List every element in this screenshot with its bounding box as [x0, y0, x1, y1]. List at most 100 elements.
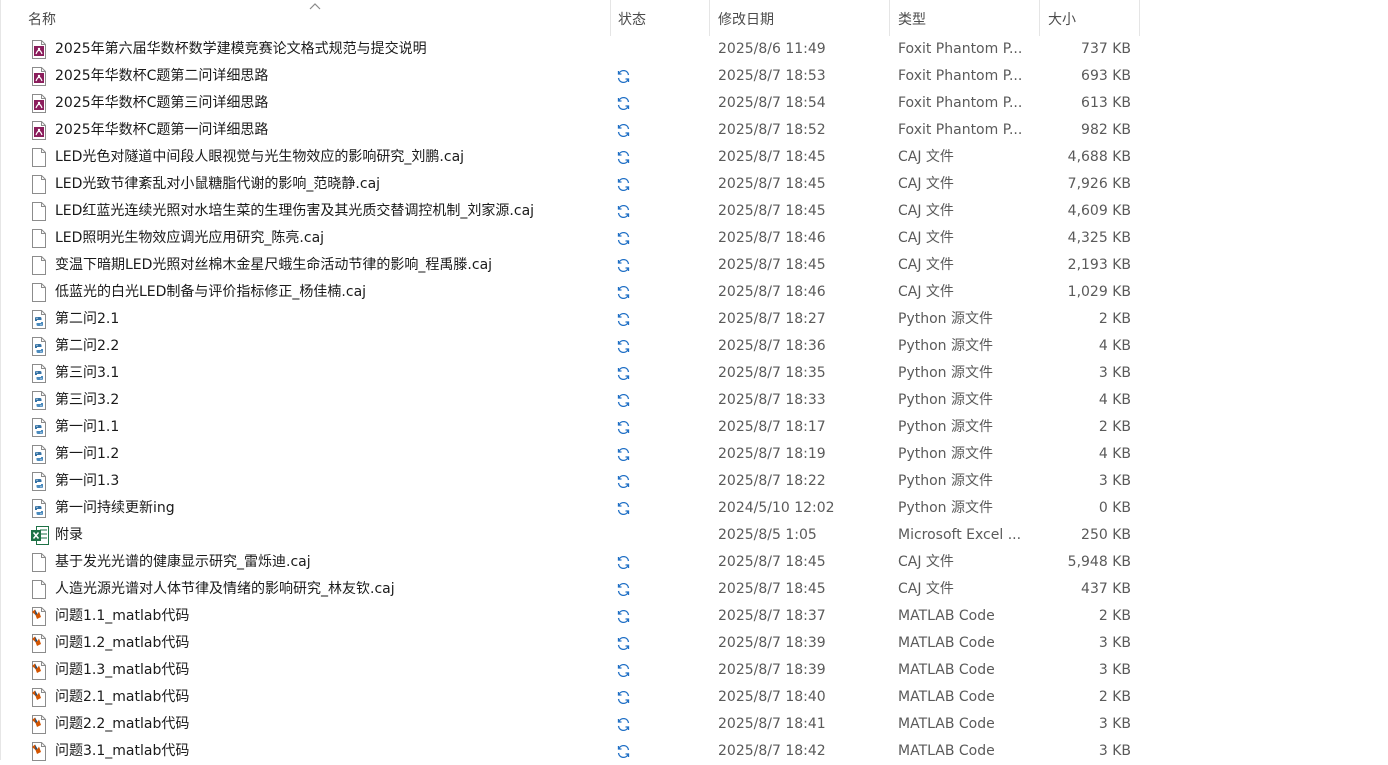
file-row[interactable]: 问题2.2_matlab代码 2025/8/7 18:41 MATLAB Code 3…: [0, 711, 1388, 738]
file-row[interactable]: 第三问3.2 2025/8/7 18:33 Python 源文件 4 KB: [0, 387, 1388, 414]
file-row[interactable]: 问题2.1_matlab代码 2025/8/7 18:40 MATLAB Code 2…: [0, 684, 1388, 711]
file-date-modified: 2025/8/7 18:45: [718, 176, 826, 192]
file-size: 4,609 KB: [1067, 203, 1131, 219]
file-type: MATLAB Code: [898, 716, 995, 732]
file-date-modified: 2025/8/7 18:45: [718, 149, 826, 165]
column-header-bar: 名称 状态 修改日期 类型 大小: [0, 0, 1388, 36]
file-row[interactable]: 第三问3.1 2025/8/7 18:35 Python 源文件 3 KB: [0, 360, 1388, 387]
file-row[interactable]: 基于发光光谱的健康显示研究_雷烁迪.caj 2025/8/7 18:45 CAJ 文…: [0, 549, 1388, 576]
file-status: [616, 711, 636, 738]
file-date-modified: 2025/8/7 18:53: [718, 68, 826, 84]
file-row[interactable]: 人造光源光谱对人体节律及情绪的影响研究_林友钦.caj 2025/8/7 18:4…: [0, 576, 1388, 603]
file-status: [616, 468, 636, 495]
file-name[interactable]: 2025年华数杯C题第三问详细思路: [55, 90, 605, 117]
file-name[interactable]: 问题1.2_matlab代码: [55, 630, 605, 657]
python-file-icon: [31, 306, 49, 333]
file-name[interactable]: LED照明光生物效应调光应用研究_陈亮.caj: [55, 225, 605, 252]
column-header-size[interactable]: 大小: [1040, 0, 1140, 36]
column-header-name[interactable]: 名称: [20, 0, 611, 36]
file-row[interactable]: 问题1.2_matlab代码 2025/8/7 18:39 MATLAB Code 3…: [0, 630, 1388, 657]
file-name[interactable]: 附录: [55, 522, 605, 549]
file-date-modified: 2025/8/7 18:52: [718, 122, 826, 138]
file-row[interactable]: 第一问1.1 2025/8/7 18:17 Python 源文件 2 KB: [0, 414, 1388, 441]
file-row[interactable]: LED光致节律紊乱对小鼠糖脂代谢的影响_范晓静.caj 2025/8/7 18:4…: [0, 171, 1388, 198]
file-row[interactable]: 变温下暗期LED光照对丝棉木金星尺蛾生命活动节律的影响_程禹滕.caj 2025/…: [0, 252, 1388, 279]
file-row[interactable]: 附录 2025/8/5 1:05 Microsoft Excel ... 250 KB: [0, 522, 1388, 549]
file-date-modified: 2025/8/7 18:54: [718, 95, 826, 111]
file-date-modified: 2025/8/7 18:19: [718, 446, 826, 462]
file-name[interactable]: 变温下暗期LED光照对丝棉木金星尺蛾生命活动节律的影响_程禹滕.caj: [55, 252, 605, 279]
file-name[interactable]: 第一问持续更新ing: [55, 495, 605, 522]
file-row[interactable]: 2025年第六届华数杯数学建模竞赛论文格式规范与提交说明 2025/8/6 11:…: [0, 36, 1388, 63]
file-date-modified: 2025/8/7 18:41: [718, 716, 826, 732]
file-row[interactable]: 低蓝光的白光LED制备与评价指标修正_杨佳楠.caj 2025/8/7 18:46…: [0, 279, 1388, 306]
excel-icon: [31, 522, 49, 549]
file-type: CAJ 文件: [898, 284, 954, 300]
file-size: 693 KB: [1081, 68, 1131, 84]
column-header-type[interactable]: 类型: [890, 0, 1040, 36]
file-name[interactable]: 问题3.1_matlab代码: [55, 738, 605, 765]
file-status: [616, 171, 636, 198]
file-type: Foxit Phantom P...: [898, 95, 1023, 111]
file-name[interactable]: LED光色对隧道中间段人眼视觉与光生物效应的影响研究_刘鹏.caj: [55, 144, 605, 171]
file-row[interactable]: LED光色对隧道中间段人眼视觉与光生物效应的影响研究_刘鹏.caj 2025/8/…: [0, 144, 1388, 171]
matlab-file-icon: [31, 738, 49, 765]
file-name[interactable]: 问题1.3_matlab代码: [55, 657, 605, 684]
file-row[interactable]: 第一问1.2 2025/8/7 18:19 Python 源文件 4 KB: [0, 441, 1388, 468]
file-name[interactable]: LED红蓝光连续光照对水培生菜的生理伤害及其光质交替调控机制_刘家源.caj: [55, 198, 605, 225]
file-row[interactable]: 第二问2.2 2025/8/7 18:36 Python 源文件 4 KB: [0, 333, 1388, 360]
file-name[interactable]: 第一问1.1: [55, 414, 605, 441]
blank-file-icon: [31, 549, 49, 576]
file-type: Foxit Phantom P...: [898, 122, 1023, 138]
file-row[interactable]: 2025年华数杯C题第一问详细思路 2025/8/7 18:52 Foxit Pha…: [0, 117, 1388, 144]
file-name[interactable]: 2025年第六届华数杯数学建模竞赛论文格式规范与提交说明: [55, 36, 605, 63]
file-type: Python 源文件: [898, 311, 993, 327]
file-name[interactable]: 基于发光光谱的健康显示研究_雷烁迪.caj: [55, 549, 605, 576]
file-name[interactable]: 问题2.1_matlab代码: [55, 684, 605, 711]
file-name[interactable]: 第二问2.2: [55, 333, 605, 360]
file-name[interactable]: 第一问1.3: [55, 468, 605, 495]
file-name[interactable]: 人造光源光谱对人体节律及情绪的影响研究_林友钦.caj: [55, 576, 605, 603]
file-date-modified: 2025/8/7 18:27: [718, 311, 826, 327]
file-name[interactable]: 2025年华数杯C题第一问详细思路: [55, 117, 605, 144]
file-name[interactable]: 问题1.1_matlab代码: [55, 603, 605, 630]
file-size: 7,926 KB: [1067, 176, 1131, 192]
file-row[interactable]: 第二问2.1 2025/8/7 18:27 Python 源文件 2 KB: [0, 306, 1388, 333]
file-status: [616, 63, 636, 90]
file-status: [616, 144, 636, 171]
column-header-date-modified[interactable]: 修改日期: [710, 0, 890, 36]
column-header-status[interactable]: 状态: [610, 0, 710, 36]
file-date-modified: 2025/8/7 18:40: [718, 689, 826, 705]
file-name[interactable]: 低蓝光的白光LED制备与评价指标修正_杨佳楠.caj: [55, 279, 605, 306]
file-type: Python 源文件: [898, 473, 993, 489]
file-row[interactable]: LED红蓝光连续光照对水培生菜的生理伤害及其光质交替调控机制_刘家源.caj 20…: [0, 198, 1388, 225]
file-name[interactable]: 第三问3.2: [55, 387, 605, 414]
file-size: 1,029 KB: [1067, 284, 1131, 300]
file-type: CAJ 文件: [898, 203, 954, 219]
file-name[interactable]: 第一问1.2: [55, 441, 605, 468]
file-type: CAJ 文件: [898, 581, 954, 597]
blank-file-icon: [31, 144, 49, 171]
python-file-icon: [31, 387, 49, 414]
file-row[interactable]: 问题1.1_matlab代码 2025/8/7 18:37 MATLAB Code 2…: [0, 603, 1388, 630]
file-name[interactable]: 2025年华数杯C题第二问详细思路: [55, 63, 605, 90]
matlab-file-icon: [31, 657, 49, 684]
file-row[interactable]: 2025年华数杯C题第二问详细思路 2025/8/7 18:53 Foxit Pha…: [0, 63, 1388, 90]
pdf-icon: [31, 117, 49, 144]
file-size: 437 KB: [1081, 581, 1131, 597]
file-row[interactable]: 第一问1.3 2025/8/7 18:22 Python 源文件 3 KB: [0, 468, 1388, 495]
file-row[interactable]: 第一问持续更新ing 2024/5/10 12:02 Python 源文件 0 KB: [0, 495, 1388, 522]
file-row[interactable]: 2025年华数杯C题第三问详细思路 2025/8/7 18:54 Foxit Pha…: [0, 90, 1388, 117]
file-size: 250 KB: [1081, 527, 1131, 543]
file-status: [616, 360, 636, 387]
file-name[interactable]: 问题2.2_matlab代码: [55, 711, 605, 738]
file-row[interactable]: 问题1.3_matlab代码 2025/8/7 18:39 MATLAB Code 3…: [0, 657, 1388, 684]
file-date-modified: 2025/8/7 18:46: [718, 284, 826, 300]
file-status: [616, 576, 636, 603]
file-date-modified: 2025/8/7 18:22: [718, 473, 826, 489]
file-row[interactable]: 问题3.1_matlab代码 2025/8/7 18:42 MATLAB Code 3…: [0, 738, 1388, 765]
file-row[interactable]: LED照明光生物效应调光应用研究_陈亮.caj 2025/8/7 18:46 CAJ…: [0, 225, 1388, 252]
file-name[interactable]: LED光致节律紊乱对小鼠糖脂代谢的影响_范晓静.caj: [55, 171, 605, 198]
file-name[interactable]: 第二问2.1: [55, 306, 605, 333]
file-name[interactable]: 第三问3.1: [55, 360, 605, 387]
